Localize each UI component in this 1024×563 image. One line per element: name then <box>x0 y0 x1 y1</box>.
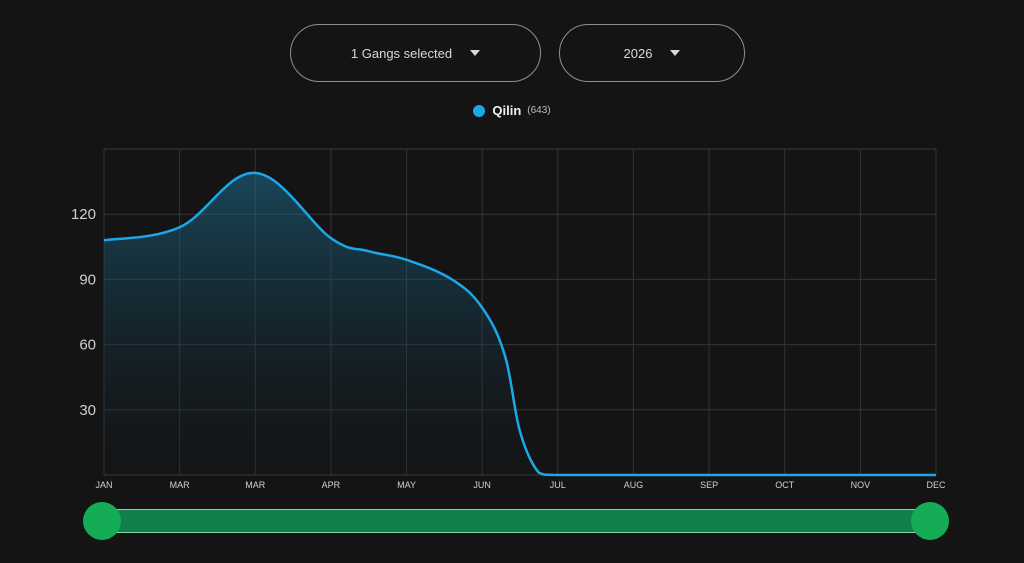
y-tick-label: 30 <box>79 402 96 419</box>
x-tick-label: MAY <box>397 480 416 490</box>
range-start-handle[interactable] <box>83 502 121 540</box>
x-tick-label: NOV <box>851 480 871 490</box>
range-end-handle[interactable] <box>911 502 949 540</box>
x-tick-label: SEP <box>700 480 718 490</box>
date-range-slider[interactable] <box>83 502 949 540</box>
x-tick-label: AUG <box>624 480 644 490</box>
x-tick-label: APR <box>322 480 341 490</box>
y-tick-label: 60 <box>79 337 96 354</box>
x-tick-label: JUN <box>473 480 491 490</box>
area-chart: 30 60 90 120 JAN MAR MAR APR MAY JUN JUL AUG SEP OCT N… <box>71 148 946 490</box>
x-tick-label: JUL <box>550 480 566 490</box>
y-tick-label: 90 <box>79 271 96 288</box>
x-tick-label: OCT <box>775 480 795 490</box>
x-tick-label: MAR <box>170 480 191 490</box>
x-tick-label: JAN <box>95 480 112 490</box>
y-tick-label: 120 <box>71 206 96 223</box>
x-tick-label: MAR <box>245 480 266 490</box>
range-slider-track[interactable] <box>101 509 931 533</box>
x-tick-label: DEC <box>926 480 946 490</box>
